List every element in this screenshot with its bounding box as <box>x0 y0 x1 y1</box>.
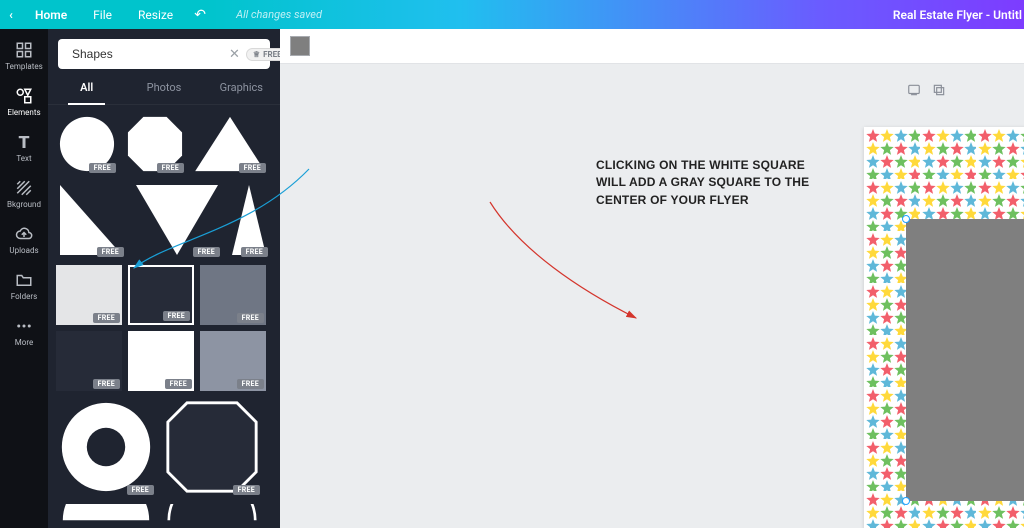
undo-icon[interactable]: ↶ <box>186 7 214 23</box>
tab-graphics[interactable]: Graphics <box>203 81 280 104</box>
rail-templates[interactable]: Templates <box>0 41 48 71</box>
rail-background[interactable]: Bkground <box>0 179 48 209</box>
top-bar: ‹ Home File Resize ↶ All changes saved R… <box>0 0 1024 29</box>
shape-square-gray[interactable]: FREE <box>200 265 266 325</box>
left-rail: Templates Elements Text Bkground Uploads… <box>0 29 48 528</box>
shape-partial-1[interactable] <box>56 503 156 523</box>
flyer-page[interactable]: ↻ <box>864 127 1024 528</box>
shape-octagon[interactable]: FREE <box>124 113 186 175</box>
shape-partial-2[interactable] <box>162 503 262 523</box>
tab-all[interactable]: All <box>48 81 125 104</box>
back-chevron-icon[interactable]: ‹ <box>0 8 22 22</box>
text-icon <box>15 133 33 151</box>
folders-icon <box>15 271 33 289</box>
shape-narrow-triangle[interactable]: FREE <box>228 181 270 259</box>
shape-square-bluegray[interactable]: FREE <box>200 331 266 391</box>
notes-icon[interactable] <box>906 83 922 97</box>
rail-folders[interactable]: Folders <box>0 271 48 301</box>
more-icon <box>15 317 33 335</box>
shape-rounded-octagon[interactable]: FREE <box>162 397 262 497</box>
shapes-grid: FREE FREE FREE FREE FRE <box>48 105 280 528</box>
search-input[interactable] <box>70 46 229 62</box>
shape-triangle[interactable]: FREE <box>192 113 268 175</box>
shape-right-triangle[interactable]: FREE <box>56 181 126 259</box>
resize-handle-bl[interactable] <box>902 497 910 505</box>
file-button[interactable]: File <box>80 0 125 29</box>
rail-more[interactable]: More <box>0 317 48 347</box>
resize-button[interactable]: Resize <box>125 0 186 29</box>
shape-circle[interactable]: FREE <box>56 113 118 175</box>
elements-panel: ✕ ♕FREE All Photos Graphics FREE FREE <box>48 29 280 528</box>
duplicate-page-icon[interactable] <box>932 83 946 97</box>
panel-tabs: All Photos Graphics <box>48 81 280 105</box>
uploads-icon <box>15 225 33 243</box>
rail-elements[interactable]: Elements <box>0 87 48 117</box>
annotation-text: CLICKING ON THE WHITE SQUARE WILL ADD A … <box>596 157 809 209</box>
shape-donut[interactable]: FREE <box>56 397 156 497</box>
home-button[interactable]: Home <box>22 0 80 29</box>
canvas-area: ↻ CLICKING ON THE WHITE SQUARE WILL ADD … <box>280 29 1024 528</box>
shape-square-outline-dark[interactable]: FREE <box>128 265 194 325</box>
resize-handle-tl[interactable] <box>902 215 910 223</box>
elements-icon <box>15 87 33 105</box>
background-icon <box>15 179 33 197</box>
tab-photos[interactable]: Photos <box>125 81 202 104</box>
document-title[interactable]: Real Estate Flyer - Untitl <box>893 8 1024 22</box>
rail-uploads[interactable]: Uploads <box>0 225 48 255</box>
fill-color-swatch[interactable] <box>290 36 310 56</box>
save-status: All changes saved <box>236 8 322 21</box>
templates-icon <box>15 41 33 59</box>
search-input-wrap: ✕ ♕FREE <box>58 39 270 69</box>
rail-text[interactable]: Text <box>0 133 48 163</box>
shape-square-dark[interactable]: FREE <box>56 331 122 391</box>
gray-square-element[interactable]: ↻ <box>906 219 1024 501</box>
crown-icon: ♕ <box>253 50 260 59</box>
element-toolbar <box>280 29 1024 64</box>
shape-square-light[interactable]: FREE <box>56 265 122 325</box>
clear-search-icon[interactable]: ✕ <box>229 47 240 62</box>
shape-inverted-triangle[interactable]: FREE <box>132 181 222 259</box>
shape-square-white[interactable]: FREE <box>128 331 194 391</box>
